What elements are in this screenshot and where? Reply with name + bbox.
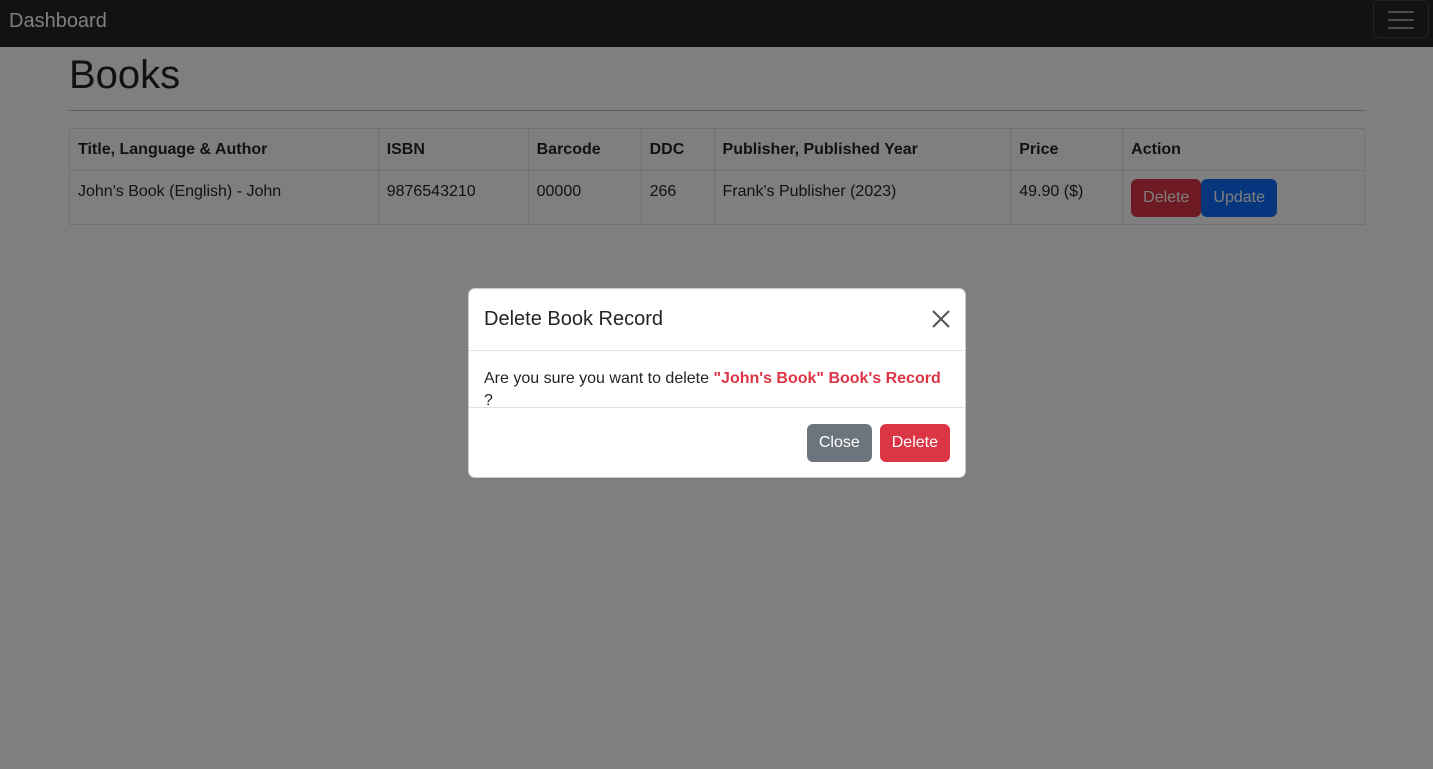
delete-book-modal: Delete Book Record Are you sure you want…	[468, 288, 966, 478]
modal-header: Delete Book Record	[469, 289, 965, 351]
modal-body-text: Are you sure you want to delete	[484, 370, 714, 387]
modal-title: Delete Book Record	[484, 308, 663, 330]
modal-close-button[interactable]: Close	[806, 424, 872, 462]
close-icon[interactable]	[931, 309, 951, 329]
modal-delete-button[interactable]: Delete	[879, 424, 950, 462]
modal-body: Are you sure you want to delete "John's …	[469, 351, 965, 409]
modal-body-suffix: ?	[484, 392, 493, 409]
modal-footer: Close Delete	[799, 424, 950, 462]
modal-book-name: "John's Book" Book's Record	[713, 370, 941, 387]
